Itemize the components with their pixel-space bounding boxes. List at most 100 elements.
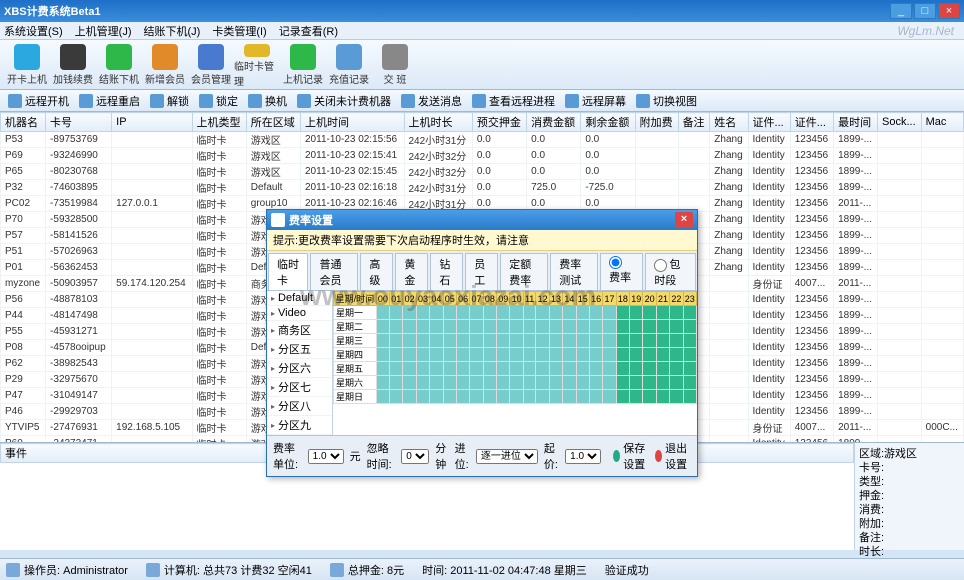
column-header[interactable]: Mac bbox=[921, 113, 963, 132]
menu-item[interactable]: 卡类管理(I) bbox=[212, 23, 266, 39]
dialog-tab[interactable]: 钻石 bbox=[430, 253, 463, 290]
toolbar-button[interactable]: 结账下机 bbox=[96, 42, 142, 88]
unit-label: 费率单位: bbox=[273, 440, 302, 472]
toolbar-button[interactable]: 会员管理 bbox=[188, 42, 234, 88]
toolbar-button[interactable]: 新增会员 bbox=[142, 42, 188, 88]
dialog-radio[interactable]: 包时段 bbox=[645, 253, 696, 290]
step-select[interactable]: 逐一进位 bbox=[476, 449, 538, 464]
column-header[interactable]: 备注 bbox=[678, 113, 710, 132]
zone-item[interactable]: 分区六 bbox=[267, 359, 332, 378]
column-header[interactable]: 剩余金额 bbox=[581, 113, 635, 132]
column-header[interactable]: Sock... bbox=[878, 113, 922, 132]
toolbar2-button[interactable]: 查看远程进程 bbox=[470, 93, 557, 109]
zone-item[interactable]: 分区九 bbox=[267, 416, 332, 435]
money-icon bbox=[330, 563, 344, 577]
toolbar-button[interactable]: 充值记录 bbox=[326, 42, 372, 88]
toolbar-button[interactable]: 加钱续费 bbox=[50, 42, 96, 88]
status-validation: 验证成功 bbox=[605, 562, 649, 578]
column-header[interactable]: 消费金额 bbox=[527, 113, 581, 132]
status-time: 时间: 2011-11-02 04:47:48 星期三 bbox=[422, 562, 587, 578]
user-icon bbox=[6, 563, 20, 577]
toolbar-button[interactable]: 开卡上机 bbox=[4, 42, 50, 88]
toolbar2-button[interactable]: 关闭未计费机器 bbox=[295, 93, 393, 109]
column-header[interactable]: 姓名 bbox=[710, 113, 748, 132]
table-row[interactable]: P32-74603895临时卡Default2011-10-23 02:16:1… bbox=[1, 180, 964, 196]
dialog-close-button[interactable]: × bbox=[675, 212, 693, 228]
detail-field: 卡号: bbox=[859, 459, 960, 473]
column-header[interactable]: 上机时间 bbox=[301, 113, 405, 132]
column-header[interactable]: 证件... bbox=[790, 113, 833, 132]
dialog-hint: 提示:更改费率设置需要下次启动程序时生效，请注意 bbox=[267, 230, 697, 251]
detail-field: 区域:游戏区 bbox=[859, 445, 960, 459]
toolbar2-button[interactable]: 解锁 bbox=[148, 93, 191, 109]
close-button[interactable]: × bbox=[938, 3, 960, 19]
menubar: 系统设置(S) 上机管理(J) 结账下机(J) 卡类管理(I) 记录查看(R) bbox=[0, 22, 964, 40]
column-header[interactable]: 上机时长 bbox=[404, 113, 472, 132]
table-row[interactable]: P53-89753769临时卡游戏区2011-10-23 02:15:56242… bbox=[1, 132, 964, 148]
column-header[interactable]: 附加费 bbox=[635, 113, 678, 132]
zone-list[interactable]: DefaultVideo商务区分区五分区六分区七分区八分区九 bbox=[267, 291, 333, 435]
column-header[interactable]: 卡号 bbox=[46, 113, 112, 132]
toolbar: 开卡上机加钱续费结账下机新增会员会员管理临时卡管理上机记录充值记录交 班 bbox=[0, 40, 964, 90]
toolbar-button[interactable]: 交 班 bbox=[372, 42, 418, 88]
grace-label: 忽略时间: bbox=[367, 440, 396, 472]
toolbar2-button[interactable]: 发送消息 bbox=[399, 93, 464, 109]
toolbar-secondary: 远程开机远程重启解锁锁定换机关闭未计费机器发送消息查看远程进程远程屏幕切换视图 bbox=[0, 90, 964, 112]
status-computers: 计算机: 总共73 计费32 空闲41 bbox=[164, 562, 312, 578]
minimize-button[interactable]: _ bbox=[890, 3, 912, 19]
dialog-title: 费率设置 bbox=[289, 212, 675, 228]
dialog-footer: 费率单位: 1.0 元 忽略时间: 0 分钟 进位: 逐一进位 起价: 1.0 … bbox=[267, 435, 697, 476]
column-header[interactable]: 预交押金 bbox=[472, 113, 526, 132]
unit-select[interactable]: 1.0 bbox=[308, 449, 344, 464]
menu-item[interactable]: 上机管理(J) bbox=[75, 23, 132, 39]
toolbar2-button[interactable]: 切换视图 bbox=[634, 93, 699, 109]
maximize-button[interactable]: □ bbox=[914, 3, 936, 19]
zone-item[interactable]: 分区五 bbox=[267, 340, 332, 359]
menu-item[interactable]: 结账下机(J) bbox=[144, 23, 201, 39]
column-header[interactable]: 上机类型 bbox=[192, 113, 246, 132]
toolbar2-button[interactable]: 远程屏幕 bbox=[563, 93, 628, 109]
start-select[interactable]: 1.0 bbox=[565, 449, 601, 464]
dialog-tab[interactable]: 普通会员 bbox=[310, 253, 358, 290]
zone-item[interactable]: 分区八 bbox=[267, 397, 332, 416]
dialog-tab[interactable]: 高级 bbox=[360, 253, 393, 290]
save-settings-button[interactable]: 保存设置 bbox=[613, 440, 649, 472]
status-operator: 操作员: Administrator bbox=[24, 562, 128, 578]
schedule-grid[interactable]: 星期/时间00010203040506070809101112131415161… bbox=[333, 291, 697, 435]
dialog-tab[interactable]: 黄金 bbox=[395, 253, 428, 290]
watermark-corner: WgLm.Net bbox=[897, 24, 954, 38]
toolbar-button[interactable]: 上机记录 bbox=[280, 42, 326, 88]
menu-item[interactable]: 记录查看(R) bbox=[279, 23, 338, 39]
zone-item[interactable]: 商务区 bbox=[267, 321, 332, 340]
toolbar2-button[interactable]: 锁定 bbox=[197, 93, 240, 109]
detail-field: 押金: bbox=[859, 487, 960, 501]
dialog-tab[interactable]: 费率测试 bbox=[550, 253, 598, 290]
dialog-tab[interactable]: 定额费率 bbox=[500, 253, 548, 290]
table-row[interactable]: P69-93246990临时卡游戏区2011-10-23 02:15:41242… bbox=[1, 148, 964, 164]
menu-item[interactable]: 系统设置(S) bbox=[4, 23, 63, 39]
zone-item[interactable]: Default bbox=[267, 291, 332, 306]
gear-icon bbox=[271, 213, 285, 227]
column-header[interactable]: IP bbox=[112, 113, 192, 132]
status-deposit: 总押金: 8元 bbox=[348, 562, 404, 578]
window-title: XBS计费系统Beta1 bbox=[4, 3, 888, 19]
pc-icon bbox=[146, 563, 160, 577]
column-header[interactable]: 所在区域 bbox=[246, 113, 300, 132]
column-header[interactable]: 机器名 bbox=[1, 113, 46, 132]
titlebar: XBS计费系统Beta1 _ □ × bbox=[0, 0, 964, 22]
column-header[interactable]: 最时间 bbox=[834, 113, 878, 132]
zone-item[interactable]: 分区七 bbox=[267, 378, 332, 397]
dialog-tab[interactable]: 员工 bbox=[465, 253, 498, 290]
table-row[interactable]: P65-80230768临时卡游戏区2011-10-23 02:15:45242… bbox=[1, 164, 964, 180]
detail-field: 类型: bbox=[859, 473, 960, 487]
dialog-radio[interactable]: 费率 bbox=[600, 253, 643, 290]
dialog-tab[interactable]: 临时卡 bbox=[268, 253, 308, 290]
toolbar2-button[interactable]: 远程重启 bbox=[77, 93, 142, 109]
zone-item[interactable]: Video bbox=[267, 306, 332, 321]
exit-settings-button[interactable]: 退出设置 bbox=[655, 440, 691, 472]
toolbar2-button[interactable]: 换机 bbox=[246, 93, 289, 109]
grace-select[interactable]: 0 bbox=[401, 449, 429, 464]
toolbar-button[interactable]: 临时卡管理 bbox=[234, 42, 280, 88]
column-header[interactable]: 证件... bbox=[748, 113, 790, 132]
toolbar2-button[interactable]: 远程开机 bbox=[6, 93, 71, 109]
